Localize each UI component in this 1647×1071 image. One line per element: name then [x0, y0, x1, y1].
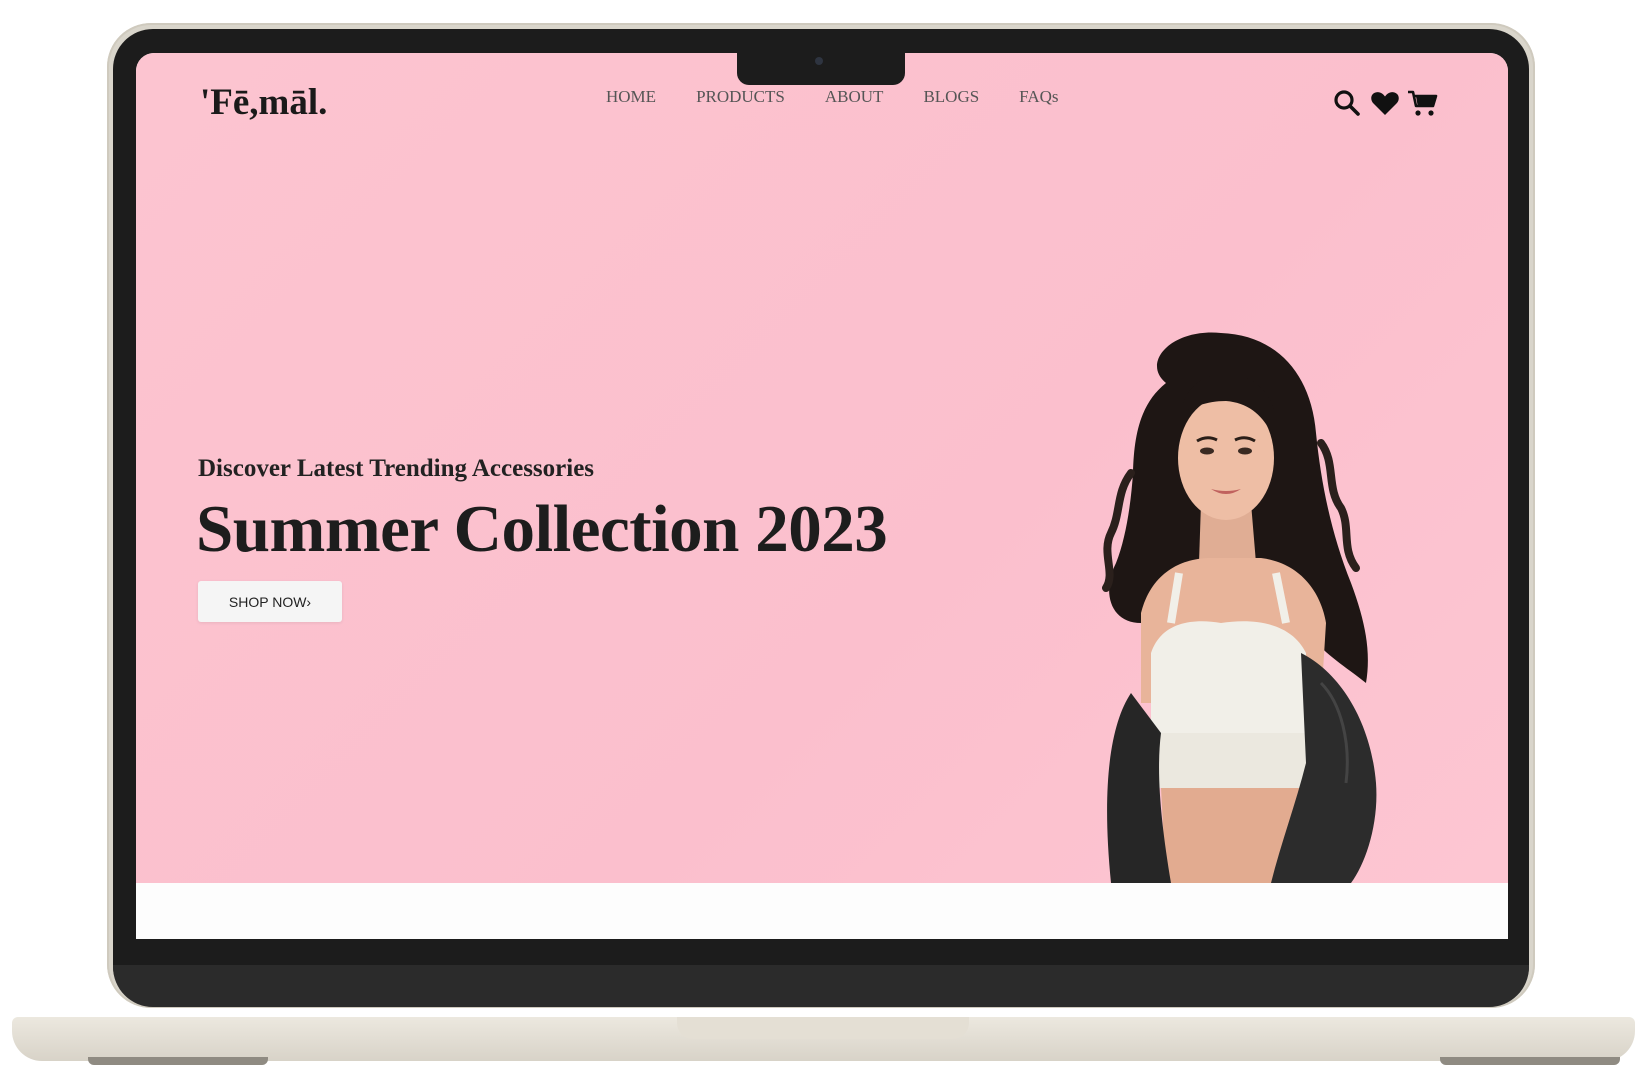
model-photo	[1102, 332, 1377, 883]
site-logo[interactable]: 'Fē,māl.	[200, 81, 327, 124]
header-icons	[1331, 87, 1439, 119]
hero-subtitle: Discover Latest Trending Accessories	[198, 455, 595, 482]
search-icon[interactable]	[1331, 87, 1363, 119]
cart-icon[interactable]	[1407, 87, 1439, 119]
hero-section: 'Fē,māl. HOME PRODUCTS ABOUT BLOGS FAQs	[136, 53, 1508, 883]
nav-about[interactable]: ABOUT	[825, 87, 884, 107]
hero-title: Summer Collection 2023	[196, 492, 888, 566]
camera-icon	[815, 57, 823, 65]
main-nav: HOME PRODUCTS ABOUT BLOGS FAQs	[606, 87, 1059, 107]
nav-home[interactable]: HOME	[606, 87, 656, 107]
next-section	[136, 883, 1508, 939]
laptop-mockup: 'Fē,māl. HOME PRODUCTS ABOUT BLOGS FAQs	[0, 0, 1647, 1071]
shop-now-label: SHOP NOW	[228, 593, 307, 610]
camera-notch	[737, 53, 905, 85]
laptop-screen: 'Fē,māl. HOME PRODUCTS ABOUT BLOGS FAQs	[136, 53, 1508, 939]
laptop-chin	[113, 965, 1529, 1007]
nav-products[interactable]: PRODUCTS	[696, 87, 785, 107]
laptop-base-lip	[677, 1017, 969, 1039]
heart-icon[interactable]	[1369, 87, 1401, 119]
nav-blogs[interactable]: BLOGS	[923, 87, 979, 107]
laptop-foot-left	[88, 1057, 268, 1065]
chevron-right-icon: ›	[306, 593, 312, 610]
laptop-foot-right	[1440, 1057, 1620, 1065]
nav-faqs[interactable]: FAQs	[1019, 87, 1058, 107]
shop-now-button[interactable]: SHOP NOW›	[198, 581, 342, 622]
